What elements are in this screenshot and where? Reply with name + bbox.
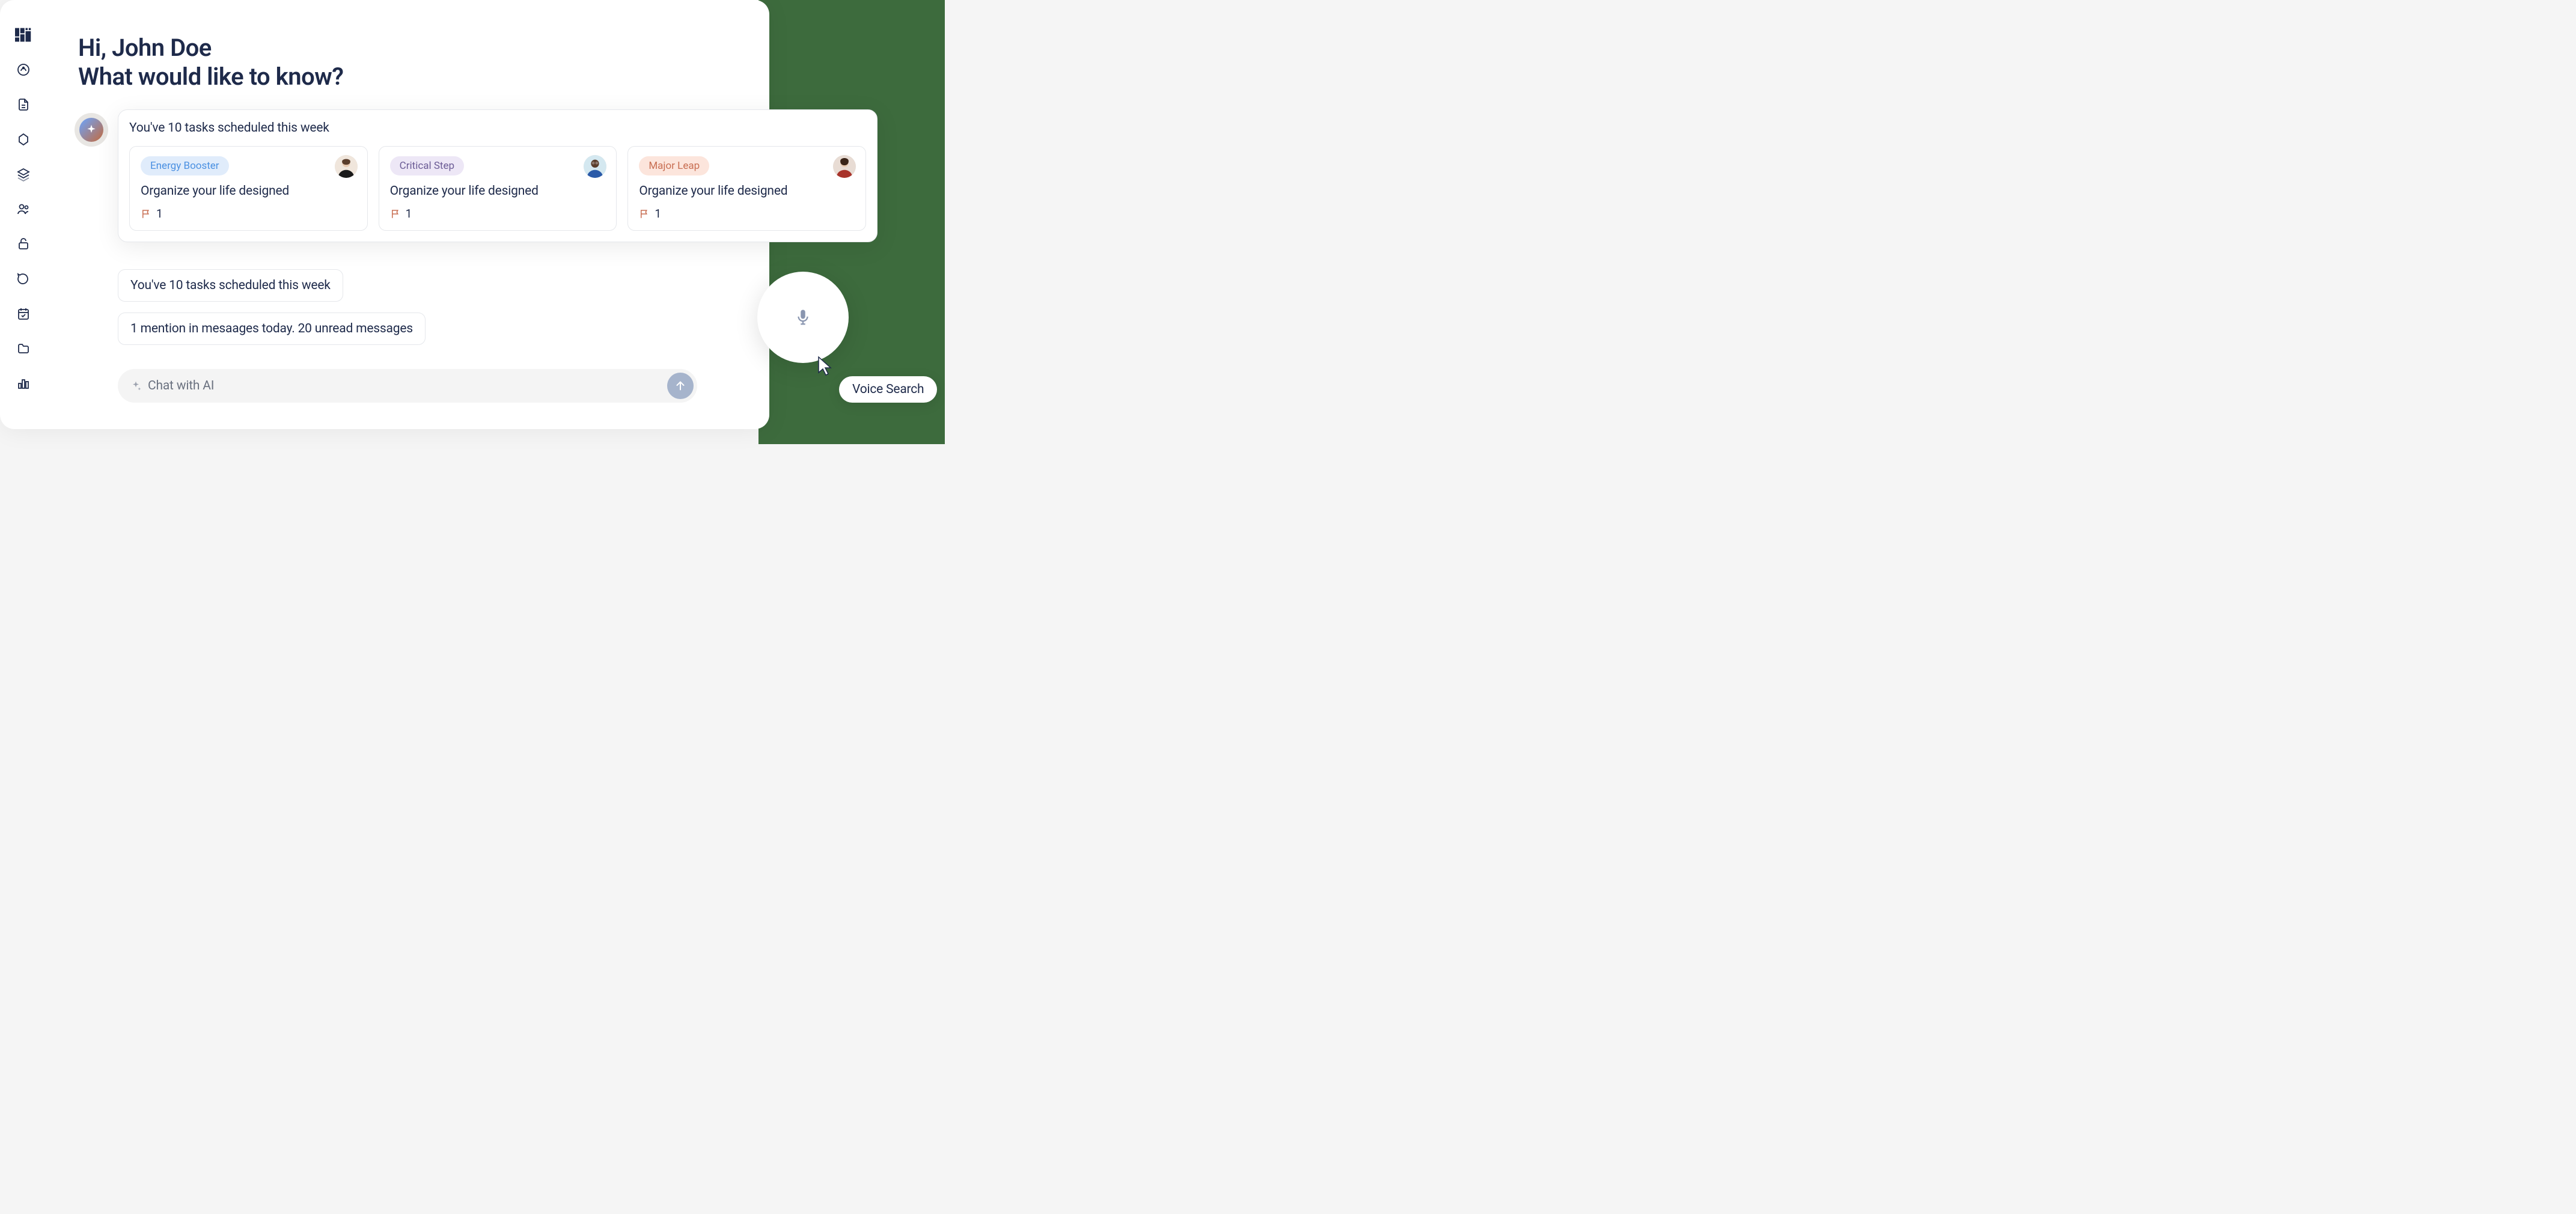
- task-flag: 1: [390, 207, 606, 221]
- task-title: Organize your life designed: [639, 184, 855, 198]
- info-pill-tasks[interactable]: You've 10 tasks scheduled this week: [118, 269, 343, 302]
- arrow-up-icon: [674, 379, 687, 392]
- task-tag: Major Leap: [639, 156, 709, 175]
- task-title: Organize your life designed: [141, 184, 356, 198]
- shape-icon[interactable]: [15, 131, 32, 148]
- flag-icon: [390, 209, 401, 219]
- logo-icon[interactable]: [15, 26, 32, 43]
- sidebar: [8, 26, 38, 392]
- greeting-line-1: Hi, John Doe: [78, 34, 343, 63]
- flag-icon: [639, 209, 650, 219]
- document-icon[interactable]: [15, 96, 32, 113]
- task-item[interactable]: Energy Booster Organize your life design…: [129, 146, 368, 231]
- layers-icon[interactable]: [15, 166, 32, 183]
- lock-icon[interactable]: [15, 236, 32, 252]
- task-tag: Critical Step: [390, 156, 464, 175]
- avatar: [335, 155, 358, 178]
- users-icon[interactable]: [15, 201, 32, 218]
- page-title: Hi, John Doe What would like to know?: [78, 34, 343, 91]
- dashboard-icon[interactable]: [15, 61, 32, 78]
- voice-search-button[interactable]: [757, 272, 849, 363]
- microphone-icon: [794, 308, 812, 326]
- tasks-card: You've 10 tasks scheduled this week Ener…: [118, 109, 877, 242]
- chart-icon[interactable]: [15, 375, 32, 392]
- task-item[interactable]: Critical Step Organize your life designe…: [379, 146, 617, 231]
- cursor-icon: [817, 356, 834, 376]
- sparkle-icon: [79, 118, 103, 142]
- calendar-icon[interactable]: [15, 305, 32, 322]
- task-flag: 1: [639, 207, 855, 221]
- chat-icon[interactable]: [15, 270, 32, 287]
- greeting-line-2: What would like to know?: [78, 63, 343, 91]
- info-pill-mentions[interactable]: 1 mention in mesaages today. 20 unread m…: [118, 313, 426, 345]
- avatar: [584, 155, 606, 178]
- task-grid: Energy Booster Organize your life design…: [129, 146, 866, 231]
- chat-input[interactable]: Chat with AI: [118, 369, 697, 403]
- flag-count: 1: [406, 207, 412, 221]
- sparkle-icon: [130, 380, 142, 392]
- task-item[interactable]: Major Leap Organize your life designed 1: [627, 146, 866, 231]
- flag-icon: [141, 209, 151, 219]
- flag-count: 1: [156, 207, 163, 221]
- send-button[interactable]: [667, 373, 694, 399]
- avatar: [833, 155, 856, 178]
- task-tag: Energy Booster: [141, 156, 229, 175]
- folder-icon[interactable]: [15, 340, 32, 357]
- voice-search-label: Voice Search: [839, 376, 937, 403]
- tasks-card-title: You've 10 tasks scheduled this week: [129, 121, 866, 135]
- task-flag: 1: [141, 207, 356, 221]
- flag-count: 1: [655, 207, 661, 221]
- ai-badge: [75, 113, 108, 147]
- task-title: Organize your life designed: [390, 184, 606, 198]
- chat-placeholder: Chat with AI: [148, 379, 667, 393]
